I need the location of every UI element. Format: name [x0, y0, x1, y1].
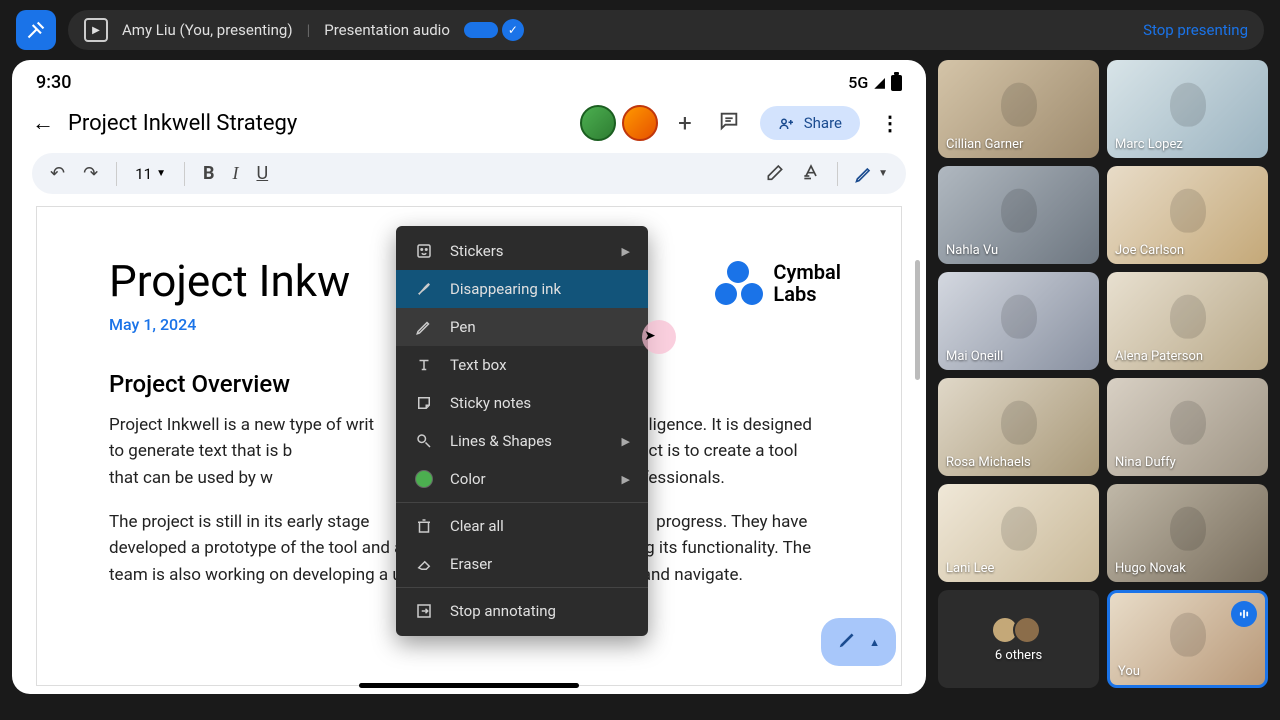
document-preview: 9:30 5G ◢ ← Project Inkwell Strategy + S… [12, 60, 926, 694]
chevron-right-icon: ▶ [622, 245, 630, 258]
exit-icon [414, 602, 434, 620]
device-status-bar: 9:30 5G ◢ [12, 60, 926, 97]
video-tile[interactable]: Nahla Vu [938, 166, 1099, 264]
stickers-icon [414, 242, 434, 260]
menu-lines-shapes[interactable]: Lines & Shapes ▶ [396, 422, 648, 460]
redo-icon[interactable]: ↷ [83, 163, 98, 184]
chevron-right-icon: ▶ [622, 473, 630, 486]
top-bar: ▶ Amy Liu (You, presenting) | Presentati… [0, 0, 1280, 60]
menu-eraser[interactable]: Eraser [396, 545, 648, 583]
pen-tool-dropdown[interactable]: ▼ [854, 164, 888, 184]
app-icon[interactable] [16, 10, 56, 50]
eraser-icon [414, 555, 434, 573]
video-tile[interactable]: Marc Lopez [1107, 60, 1268, 158]
stop-presenting-link[interactable]: Stop presenting [1143, 21, 1248, 39]
comment-icon[interactable] [712, 110, 746, 137]
present-to-all-icon[interactable]: ▶ [84, 18, 108, 42]
home-indicator[interactable] [359, 683, 579, 688]
video-tile[interactable]: Rosa Michaels [938, 378, 1099, 476]
divider: | [307, 21, 311, 39]
battery-icon [891, 75, 902, 91]
scrollbar[interactable] [915, 260, 920, 380]
font-size-selector[interactable]: 11 ▼ [135, 165, 166, 183]
text-box-icon [414, 356, 434, 374]
pen-icon [414, 318, 434, 336]
menu-color[interactable]: Color ▶ [396, 460, 648, 498]
video-tile[interactable]: Hugo Novak [1107, 484, 1268, 582]
color-swatch-icon [414, 470, 434, 488]
collaborator-avatar-2[interactable] [622, 105, 658, 141]
add-icon[interactable]: + [672, 109, 698, 137]
presenter-name: Amy Liu (You, presenting) [122, 21, 293, 39]
undo-icon[interactable]: ↶ [50, 163, 65, 184]
brand-logo: CymbalLabs [715, 261, 841, 305]
pen-icon [837, 628, 859, 656]
chevron-right-icon: ▶ [622, 435, 630, 448]
formatting-toolbar: ↶ ↷ 11 ▼ B I U ▼ [32, 153, 906, 194]
share-button[interactable]: Share [760, 106, 860, 140]
menu-stop-annotating[interactable]: Stop annotating [396, 592, 648, 630]
doc-title: Project Inkwell Strategy [68, 111, 574, 136]
signal-icon: ◢ [874, 75, 885, 91]
participant-grid: Cillian Garner Marc Lopez Nahla Vu Joe C… [938, 60, 1268, 694]
video-tile[interactable]: Mai Oneill [938, 272, 1099, 370]
video-tile[interactable]: Nina Duffy [1107, 378, 1268, 476]
bold-button[interactable]: B [203, 163, 215, 184]
video-tile[interactable]: Lani Lee [938, 484, 1099, 582]
underline-button[interactable]: U [256, 163, 268, 184]
status-time: 9:30 [36, 72, 71, 93]
highlight-icon[interactable] [765, 161, 785, 186]
speaking-icon [1231, 601, 1257, 627]
ink-icon [414, 280, 434, 298]
share-label: Share [804, 114, 842, 132]
cursor-indicator: ➤ [642, 320, 676, 354]
video-tile[interactable]: Joe Carlson [1107, 166, 1268, 264]
network-label: 5G [848, 73, 868, 92]
annotation-fab[interactable]: ▲ [821, 618, 896, 666]
menu-stickers[interactable]: Stickers ▶ [396, 232, 648, 270]
audio-label: Presentation audio [324, 21, 450, 39]
menu-pen[interactable]: Pen [396, 308, 648, 346]
annotation-menu: Stickers ▶ Disappearing ink Pen Text bo [396, 226, 648, 636]
menu-text-box[interactable]: Text box [396, 346, 648, 384]
collaborator-avatar-1[interactable] [580, 105, 616, 141]
menu-disappearing-ink[interactable]: Disappearing ink [396, 270, 648, 308]
presenter-pill: ▶ Amy Liu (You, presenting) | Presentati… [68, 10, 1264, 50]
video-tile-you[interactable]: You [1107, 590, 1268, 688]
trash-icon [414, 517, 434, 535]
caret-up-icon: ▲ [869, 636, 880, 649]
video-tile[interactable]: Cillian Garner [938, 60, 1099, 158]
more-icon[interactable]: ⋮ [874, 111, 906, 135]
video-tile-others[interactable]: 6 others [938, 590, 1099, 688]
others-avatars [997, 616, 1041, 644]
menu-clear-all[interactable]: Clear all [396, 507, 648, 545]
shapes-icon [414, 432, 434, 450]
italic-button[interactable]: I [232, 163, 238, 184]
audio-toggle[interactable]: ✓ [464, 19, 524, 41]
menu-sticky-notes[interactable]: Sticky notes [396, 384, 648, 422]
doc-header: ← Project Inkwell Strategy + Share ⋮ [12, 97, 926, 149]
back-arrow-icon[interactable]: ← [32, 110, 54, 136]
video-tile[interactable]: Alena Paterson [1107, 272, 1268, 370]
sticky-note-icon [414, 394, 434, 412]
text-format-icon[interactable] [801, 161, 821, 186]
